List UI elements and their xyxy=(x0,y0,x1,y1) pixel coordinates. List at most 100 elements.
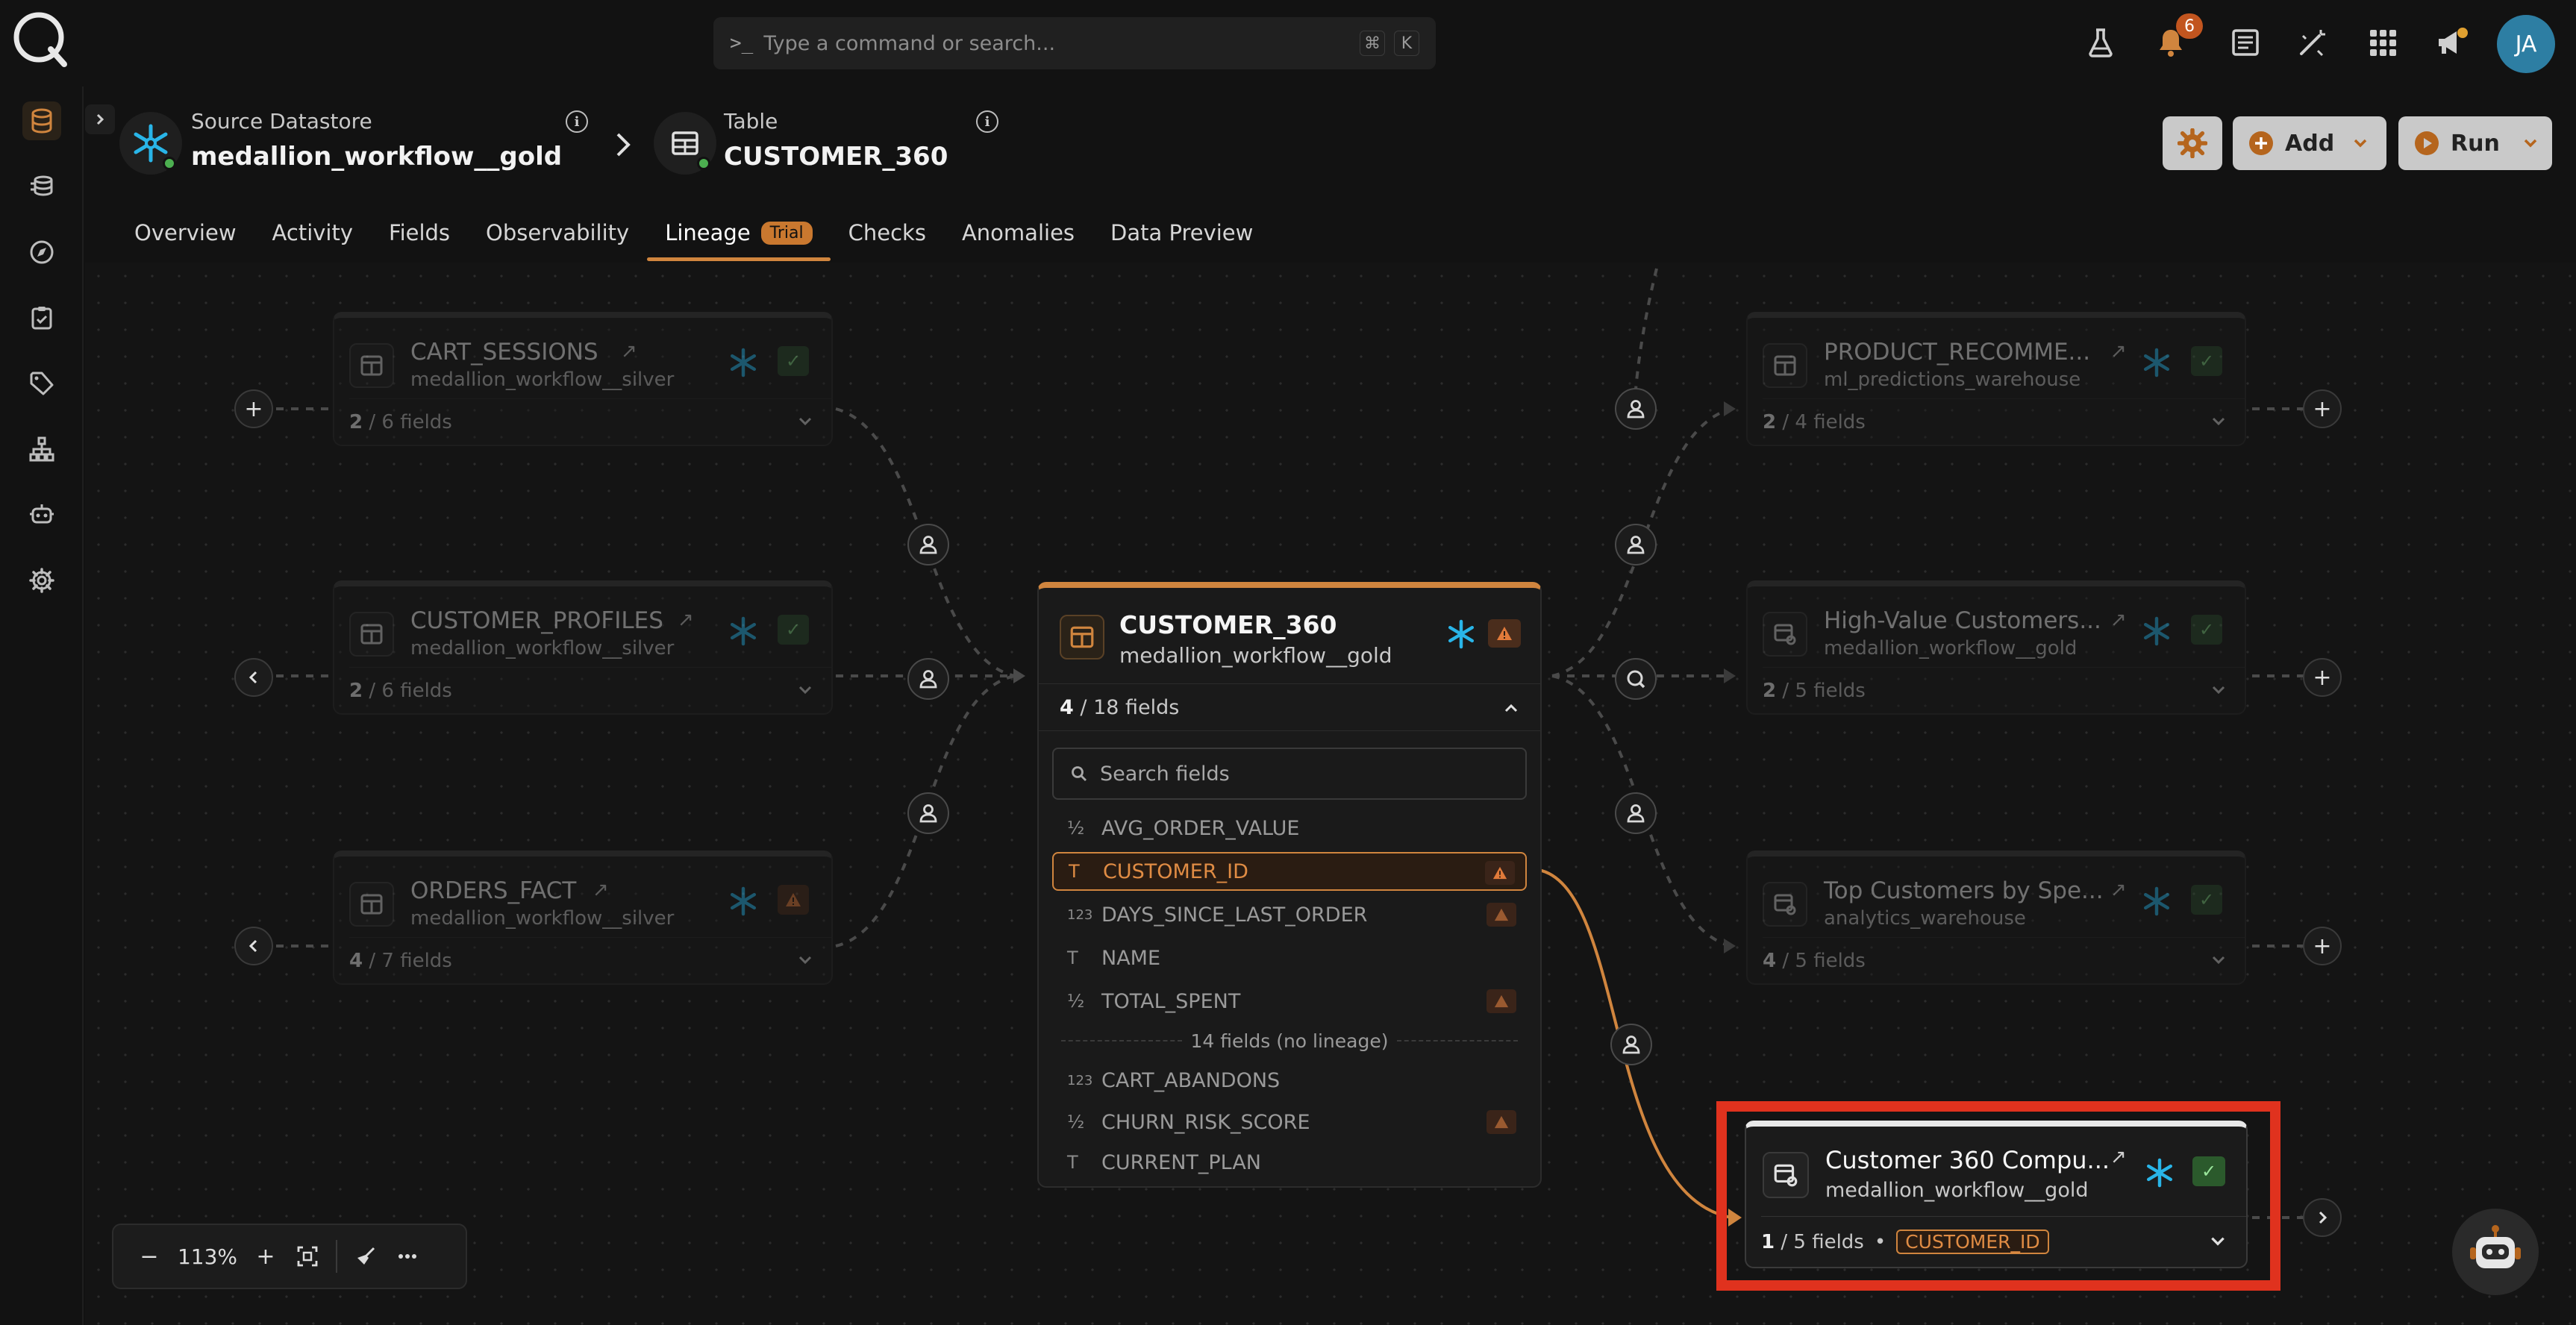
expand-downstream-product-button[interactable]: + xyxy=(2303,389,2342,428)
zoom-out-button[interactable]: − xyxy=(128,1235,170,1277)
expand-downstream-customer360-computed-button[interactable] xyxy=(2303,1198,2342,1237)
fields-total: / 6 fields xyxy=(369,410,452,433)
open-link-icon[interactable]: ↗ xyxy=(2110,1146,2127,1168)
zoom-controls: − 113% + xyxy=(112,1224,467,1289)
edge-user-icon[interactable] xyxy=(1610,1024,1652,1065)
focused-node-customer-360[interactable]: CUSTOMER_360 medallion_workflow__gold 4 … xyxy=(1037,582,1542,1188)
field-row[interactable]: ½ TOTAL_SPENT xyxy=(1052,982,1527,1021)
node-fields-summary[interactable]: 2 / 6 fields xyxy=(349,667,831,713)
edge-user-icon[interactable] xyxy=(907,792,949,834)
table-icon xyxy=(1060,615,1104,660)
clean-layout-button[interactable] xyxy=(345,1235,387,1277)
collapse-upstream-customer-profiles-button[interactable] xyxy=(234,658,273,697)
fields-total: / 4 fields xyxy=(1782,410,1866,433)
edge-user-icon[interactable] xyxy=(907,524,949,566)
fields-shown: 2 xyxy=(349,679,363,702)
no-lineage-divider: 14 fields (no lineage) xyxy=(1052,1030,1527,1052)
upstream-node-orders-fact[interactable]: ORDERS_FACT ↗ medallion_workflow__silver… xyxy=(333,851,833,985)
edge-user-icon[interactable] xyxy=(1615,388,1657,430)
warning-icon xyxy=(1486,1110,1516,1134)
assistant-bot-button[interactable] xyxy=(2452,1209,2539,1295)
edge-user-icon[interactable] xyxy=(907,658,949,700)
snowflake-icon xyxy=(1446,619,1476,649)
field-row[interactable]: ½ AVG_ORDER_VALUE xyxy=(1052,809,1527,848)
fields-total: / 5 fields xyxy=(1782,949,1866,972)
node-title: PRODUCT_RECOMME... xyxy=(1824,339,2091,366)
expand-downstream-top-customers-button[interactable]: + xyxy=(2303,927,2342,965)
node-datastore: medallion_workflow__silver xyxy=(410,907,675,930)
snowflake-icon xyxy=(2142,348,2172,378)
fit-view-button[interactable] xyxy=(287,1235,328,1277)
node-title: CUSTOMER_PROFILES xyxy=(410,607,663,634)
upstream-node-cart-sessions[interactable]: CART_SESSIONS ↗ medallion_workflow__silv… xyxy=(333,312,833,446)
node-title: CUSTOMER_360 xyxy=(1119,610,1337,639)
field-row[interactable]: 123 DAYS_SINCE_LAST_ORDER xyxy=(1052,895,1527,934)
zoom-in-button[interactable]: + xyxy=(245,1235,287,1277)
integer-type-icon: 123 xyxy=(1067,1072,1093,1088)
node-fields-summary[interactable]: 2 / 5 fields xyxy=(1763,667,2245,713)
fields-total: / 6 fields xyxy=(369,679,452,702)
node-datastore: medallion_workflow__silver xyxy=(410,637,675,660)
field-row[interactable]: ½ CHURN_RISK_SCORE xyxy=(1052,1103,1527,1141)
computed-table-icon xyxy=(1763,612,1807,657)
node-fields-summary[interactable]: 2 / 4 fields xyxy=(1763,398,2245,445)
edge-qualytics-icon[interactable] xyxy=(1615,658,1657,700)
chevron-down-icon xyxy=(2211,1237,2225,1246)
downstream-node-product-recommendations[interactable]: PRODUCT_RECOMME... ↗ ml_predictions_ware… xyxy=(1746,312,2246,446)
field-row[interactable]: T NAME xyxy=(1052,939,1527,977)
open-link-icon[interactable]: ↗ xyxy=(621,340,637,363)
expand-upstream-cart-sessions-button[interactable]: + xyxy=(234,389,273,428)
broom-icon xyxy=(357,1247,375,1265)
node-fields-summary[interactable]: 4 / 7 fields xyxy=(349,937,831,983)
open-link-icon[interactable]: ↗ xyxy=(2110,609,2127,631)
chevron-up-icon xyxy=(1504,704,1518,712)
check-status-icon: ✓ xyxy=(2192,1156,2225,1186)
check-status-icon: ✓ xyxy=(778,615,809,645)
downstream-node-top-customers[interactable]: Top Customers by Spe... ↗ analytics_ware… xyxy=(1746,851,2246,985)
node-title: ORDERS_FACT xyxy=(410,877,577,904)
table-icon xyxy=(349,882,394,927)
more-options-button[interactable] xyxy=(387,1235,428,1277)
decimal-type-icon: ½ xyxy=(1067,991,1085,1012)
warning-icon xyxy=(1486,989,1516,1013)
open-link-icon[interactable]: ↗ xyxy=(593,879,609,901)
expand-downstream-high-value-button[interactable]: + xyxy=(2303,658,2342,697)
open-link-icon[interactable]: ↗ xyxy=(678,609,694,631)
open-link-icon[interactable]: ↗ xyxy=(2110,340,2127,363)
downstream-node-customer-360-computed[interactable]: Customer 360 Compu... ↗ medallion_workfl… xyxy=(1745,1121,2248,1268)
text-type-icon: T xyxy=(1067,947,1078,968)
node-fields-summary[interactable]: 4 / 5 fields xyxy=(1763,937,2245,983)
chevron-left-icon xyxy=(248,939,257,953)
edge-user-icon[interactable] xyxy=(1615,792,1657,834)
fields-summary-row[interactable]: 4 / 18 fields xyxy=(1039,683,1540,731)
downstream-node-high-value-customers[interactable]: High-Value Customers... ↗ medallion_work… xyxy=(1746,580,2246,715)
field-row[interactable]: T CURRENT_PLAN xyxy=(1052,1143,1527,1182)
field-tag-customer-id: CUSTOMER_ID xyxy=(1896,1230,2049,1254)
text-type-icon: T xyxy=(1069,861,1080,882)
search-fields-input[interactable]: Search fields xyxy=(1052,748,1527,800)
field-name: CART_ABANDONS xyxy=(1101,1068,1281,1092)
node-title: Customer 360 Compu... xyxy=(1825,1146,2110,1174)
more-horizontal-icon xyxy=(398,1254,416,1259)
fields-shown: 4 xyxy=(1060,695,1074,719)
node-fields-summary[interactable]: 1 / 5 fields • CUSTOMER_ID xyxy=(1761,1216,2246,1267)
check-status-icon: ✓ xyxy=(778,346,809,376)
decimal-type-icon: ½ xyxy=(1067,1112,1085,1133)
node-datastore: medallion_workflow__gold xyxy=(1119,643,1392,668)
field-row-selected[interactable]: T CUSTOMER_ID xyxy=(1052,852,1527,891)
node-title: High-Value Customers... xyxy=(1824,607,2101,634)
field-name: CUSTOMER_ID xyxy=(1103,859,1248,883)
edge-user-icon[interactable] xyxy=(1615,524,1657,566)
open-link-icon[interactable]: ↗ xyxy=(2110,879,2127,901)
chevron-left-icon xyxy=(248,671,257,684)
snowflake-icon xyxy=(2142,886,2172,916)
fields-shown: 4 xyxy=(349,949,363,972)
collapse-upstream-orders-fact-button[interactable] xyxy=(234,927,273,965)
upstream-node-customer-profiles[interactable]: CUSTOMER_PROFILES ↗ medallion_workflow__… xyxy=(333,580,833,715)
computed-table-icon xyxy=(1763,1152,1809,1198)
chevron-down-icon xyxy=(2212,956,2225,965)
fields-shown: 1 xyxy=(1761,1230,1775,1253)
field-row[interactable]: 123 CART_ABANDONS xyxy=(1052,1061,1527,1100)
node-title: CART_SESSIONS xyxy=(410,339,598,366)
node-fields-summary[interactable]: 2 / 6 fields xyxy=(349,398,831,445)
